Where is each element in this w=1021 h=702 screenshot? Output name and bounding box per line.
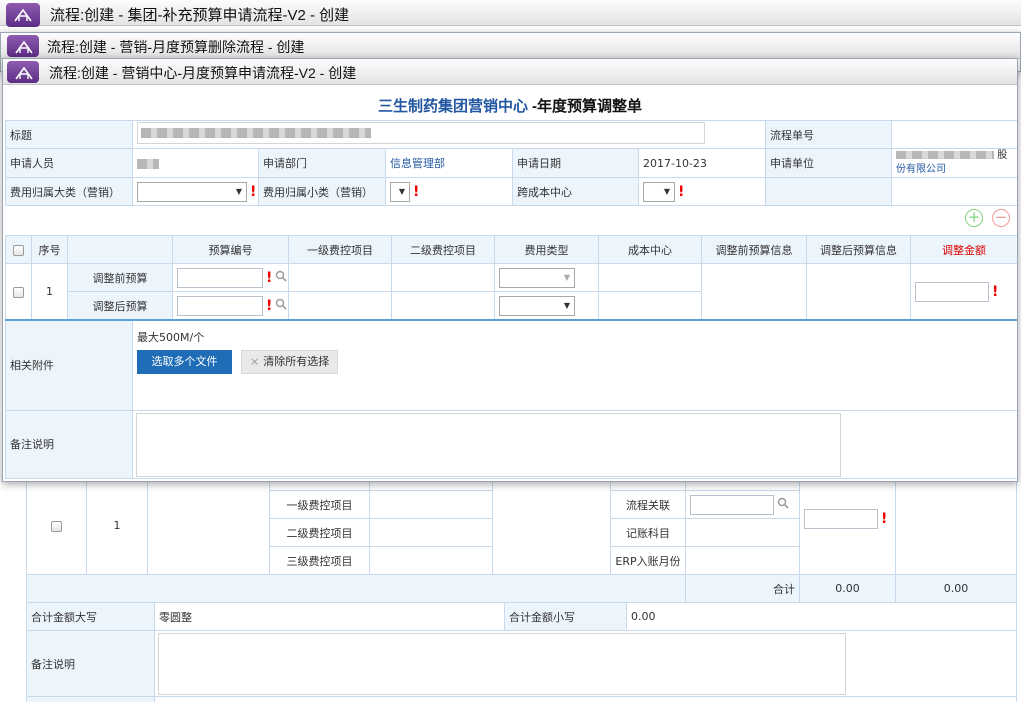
unit-value-redacted [896, 151, 995, 159]
row-before-label: 调整前预算 [67, 263, 173, 292]
attach-label: 相关附件 [5, 319, 133, 411]
bg-amount-lower-label: 合计金额小写 [504, 602, 627, 631]
background-window-titlebar[interactable]: 流程:创建 - 集团-补充预算申请流程-V2 - 创建 [0, 0, 1021, 27]
dept-label: 申请部门 [258, 148, 386, 178]
bg-remark-label: 备注说明 [26, 630, 155, 697]
adjust-amount-input[interactable] [915, 281, 989, 302]
clear-selection-button[interactable]: × 清除所有选择 [241, 350, 339, 374]
bg-erp-month-label: ERP入账月份 [610, 546, 686, 575]
search-icon[interactable] [777, 497, 789, 512]
cross-cc-label: 跨成本中心 [512, 177, 639, 206]
budget-adjust-table: 序号 预算编号 一级费控项目 二级费控项目 费用类型 成本中心 调整前预算信息 … [5, 235, 1017, 320]
bg-amount-upper-label: 合计金额大写 [26, 602, 155, 631]
window-title: 流程:创建 - 营销-月度预算删除流程 - 创建 [47, 39, 305, 55]
bg-amount-input[interactable] [804, 509, 878, 529]
close-icon: × [250, 355, 260, 368]
budget-no-before-input[interactable] [177, 267, 263, 288]
col-cost-center: 成本中心 [598, 235, 702, 264]
budget-no-after-input[interactable] [177, 295, 263, 316]
flow-no-label: 流程单号 [765, 120, 893, 149]
col-ctrl-1: 一级费控项目 [288, 235, 392, 264]
bg-ctrl-1-label: 一级费控项目 [269, 490, 370, 519]
col-after-info: 调整后预算信息 [806, 235, 911, 264]
required-mark: ! [266, 269, 273, 286]
col-seq: 序号 [31, 235, 68, 264]
subject-input[interactable] [137, 122, 705, 144]
bg-row-checkbox[interactable] [51, 520, 62, 532]
row-after-label: 调整后预算 [67, 291, 173, 320]
redacted-text [141, 128, 371, 138]
cat-big-select[interactable] [137, 181, 247, 202]
window-title: 流程:创建 - 营销中心-月度预算申请流程-V2 - 创建 [49, 65, 357, 81]
bg-amount-upper: 零圆整 [154, 602, 505, 631]
cat-small-select[interactable] [390, 181, 410, 202]
background-summary-table: 合计金额大写 零圆整 合计金额小写 0.00 备注说明 [26, 602, 1017, 702]
col-adjust-amount: 调整金额 [910, 235, 1017, 264]
col-ctrl-2: 二级费控项目 [391, 235, 495, 264]
workflow-app-icon [7, 35, 39, 57]
select-files-button[interactable]: 选取多个文件 [137, 350, 232, 374]
applicant-label: 申请人员 [5, 148, 133, 178]
stacked-window-2-titlebar[interactable]: 流程:创建 - 营销-月度预算删除流程 - 创建 [1, 33, 1020, 59]
workflow-app-icon [6, 3, 40, 27]
cat-big-label: 费用归属大类（营销） [5, 177, 133, 206]
applicant-value-redacted [137, 158, 159, 169]
required-mark: ! [413, 183, 420, 200]
flow-link-input[interactable] [690, 494, 774, 515]
form-header-table: 标题 流程单号 申请人员 申请部门 信息管理部 申请日期 2017-10-23 … [5, 120, 1017, 206]
attachment-table: 相关附件 最大500M/个 选取多个文件 × 清除所有选择 备注说明 [5, 319, 1017, 479]
col-before-info: 调整前预算信息 [701, 235, 807, 264]
bg-amount-lower: 0.00 [626, 602, 1017, 631]
required-mark: ! [266, 297, 273, 314]
front-window-titlebar[interactable]: 流程:创建 - 营销中心-月度预算申请流程-V2 - 创建 [3, 59, 1017, 85]
bg-total-1: 0.00 [799, 574, 896, 603]
bg-total-2: 0.00 [895, 574, 1017, 603]
date-value: 2017-10-23 [637, 148, 767, 178]
required-mark: ! [250, 183, 257, 200]
flow-no-value [891, 120, 1017, 149]
cat-small-label: 费用归属小类（营销） [258, 177, 386, 206]
form-heading: 三生制药集团营销中心 -年度预算调整单 [3, 95, 1017, 116]
bg-remark-textarea[interactable] [158, 633, 846, 695]
required-mark: ! [992, 283, 999, 300]
unit-value: 份有限公司 [896, 164, 947, 175]
form-heading-doc: -年度预算调整单 [532, 98, 642, 115]
col-budget-no: 预算编号 [172, 235, 289, 264]
date-label: 申请日期 [512, 148, 639, 178]
front-window: 流程:创建 - 营销中心-月度预算申请流程-V2 - 创建 三生制药集团营销中心… [2, 58, 1018, 482]
minus-circle-icon[interactable]: − [992, 209, 1010, 227]
bg-total-label: 合计 [685, 574, 800, 603]
plus-circle-icon[interactable]: + [965, 209, 983, 227]
row-no: 1 [31, 263, 68, 320]
workflow-app-icon [7, 61, 39, 83]
bg-ctrl-3-label: 三级费控项目 [269, 546, 370, 575]
search-icon[interactable] [275, 270, 287, 285]
bg-row-no: 1 [86, 476, 148, 575]
bg-flow-link-label: 流程关联 [610, 490, 686, 519]
row-checkbox[interactable] [13, 286, 24, 298]
cross-cc-select[interactable] [643, 181, 675, 202]
search-icon[interactable] [275, 298, 287, 313]
remark-textarea[interactable] [136, 412, 841, 477]
background-detail-table: 1 ! 一级费控项目 流程关联 二级费控项目 记账科目 三级费控项目 ERP入账… [26, 476, 1017, 603]
required-mark: ! [678, 183, 685, 200]
dept-value: 信息管理部 [385, 148, 513, 178]
unit-label: 申请单位 [765, 148, 893, 178]
required-mark: ! [881, 511, 888, 527]
bg-row-checkbox-cell[interactable] [26, 476, 87, 575]
fee-type-after-select[interactable] [499, 295, 575, 316]
bg-account-label: 记账科目 [610, 518, 686, 547]
window-title: 流程:创建 - 集团-补充预算申请流程-V2 - 创建 [50, 7, 350, 24]
col-fee-type: 费用类型 [494, 235, 599, 264]
fee-type-before-select[interactable] [499, 267, 575, 288]
attach-max: 最大500M/个 [137, 331, 205, 344]
bg-ctrl-2-label: 二级费控项目 [269, 518, 370, 547]
form-heading-org: 三生制药集团营销中心 [377, 98, 528, 115]
subject-label: 标题 [5, 120, 133, 149]
remark-label: 备注说明 [5, 409, 133, 479]
select-all-checkbox[interactable] [13, 244, 24, 256]
